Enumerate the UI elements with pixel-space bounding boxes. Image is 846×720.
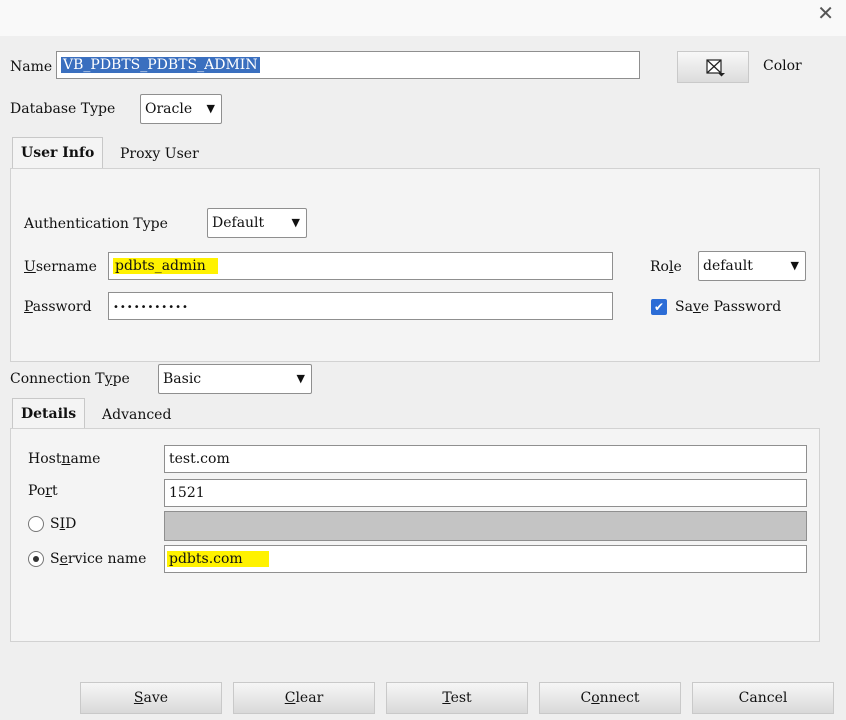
name-value: VB_PDBTS_PDBTS_ADMIN	[61, 57, 260, 73]
connect-accel: o	[591, 690, 600, 706]
test-accel: T	[442, 690, 451, 706]
port-label: Port	[28, 482, 58, 500]
role-label-pre: Ro	[650, 259, 669, 275]
role-label: Role	[650, 258, 682, 276]
service-name-label: Service name	[50, 550, 146, 568]
hostname-pre: Host	[28, 451, 62, 467]
save-password-post: e Password	[700, 299, 782, 315]
port-post: t	[51, 483, 58, 499]
username-input[interactable]: pdbts_admin	[108, 252, 613, 280]
save-password-label: Save Password	[675, 298, 781, 316]
port-input[interactable]: 1521	[164, 479, 807, 507]
username-value: pdbts_admin	[113, 258, 218, 274]
title-bar: ✕	[0, 0, 846, 36]
save-accel: S	[133, 690, 144, 706]
service-name-input[interactable]: pdbts.com	[164, 545, 807, 573]
sid-label: SID	[50, 515, 76, 533]
port-pre: Po	[28, 483, 46, 499]
color-label: Color	[763, 58, 802, 74]
connection-type-pre: Connection T	[10, 371, 105, 387]
test-rest: est	[450, 690, 472, 706]
username-label-rest: sername	[35, 259, 97, 275]
test-button[interactable]: Test	[386, 682, 528, 714]
password-label-rest: assword	[32, 299, 92, 315]
close-icon[interactable]: ✕	[817, 1, 834, 25]
chevron-down-icon: ▼	[206, 102, 215, 115]
connection-type-select[interactable]: Basic ▼	[158, 364, 312, 394]
clear-button[interactable]: Clear	[233, 682, 375, 714]
service-name-pre: S	[50, 551, 60, 567]
sid-input[interactable]	[164, 511, 807, 541]
role-select[interactable]: default ▼	[698, 251, 806, 281]
connection-type-value: Basic	[163, 371, 202, 387]
hostname-input[interactable]: test.com	[164, 445, 807, 473]
authentication-type-label: Authentication Type	[24, 216, 168, 232]
role-label-post: e	[673, 259, 682, 275]
database-type-select[interactable]: Oracle ▼	[140, 94, 222, 124]
cancel-label: Cancel	[738, 690, 788, 706]
save-password-accel: v	[692, 299, 701, 315]
service-name-radio[interactable]	[28, 551, 44, 567]
tab-advanced[interactable]: Advanced	[94, 400, 179, 430]
port-accel: r	[45, 483, 52, 499]
save-password-pre: Sa	[675, 299, 693, 315]
save-rest: ave	[143, 690, 169, 706]
tab-proxy-user[interactable]: Proxy User	[112, 139, 207, 169]
color-button[interactable]	[677, 51, 749, 83]
name-input[interactable]: VB_PDBTS_PDBTS_ADMIN	[56, 51, 640, 79]
chevron-down-icon: ▼	[790, 259, 799, 272]
name-label: Name	[10, 59, 53, 75]
hostname-value: test.com	[169, 451, 230, 467]
database-type-label: Database Type	[10, 101, 116, 117]
sid-radio[interactable]	[28, 516, 44, 532]
save-password-checkbox[interactable]: ✔	[651, 299, 667, 315]
hostname-post: ame	[70, 451, 101, 467]
password-input[interactable]: •••••••••••	[108, 292, 613, 320]
connection-type-post: pe	[112, 371, 130, 387]
tab-user-info-label: User Info	[21, 145, 95, 161]
service-name-value: pdbts.com	[167, 551, 269, 567]
password-value: •••••••••••	[113, 302, 189, 313]
tab-details-label: Details	[21, 406, 77, 422]
checkmark-icon: ✔	[653, 300, 665, 314]
connect-pre: C	[580, 690, 592, 706]
password-label: Password	[24, 298, 92, 316]
color-picker-icon	[706, 59, 725, 77]
sid-post: D	[65, 516, 77, 532]
chevron-down-icon: ▼	[296, 372, 305, 385]
sid-pre: S	[50, 516, 60, 532]
tab-proxy-user-label: Proxy User	[120, 146, 199, 162]
chevron-down-icon: ▼	[291, 216, 300, 229]
clear-rest: lear	[295, 690, 324, 706]
role-value: default	[703, 258, 753, 274]
username-label: Username	[24, 258, 97, 276]
connection-type-label: Connection Type	[10, 370, 130, 388]
tab-advanced-label: Advanced	[102, 407, 172, 423]
connect-post: nnect	[599, 690, 640, 706]
username-label-accel: U	[24, 259, 36, 275]
password-label-accel: P	[24, 299, 33, 315]
clear-accel: C	[284, 690, 296, 706]
tab-user-info[interactable]: User Info	[12, 137, 104, 169]
connection-type-accel: y	[104, 371, 113, 387]
cancel-button[interactable]: Cancel	[692, 682, 834, 714]
authentication-type-select[interactable]: Default ▼	[207, 208, 307, 238]
radio-selected-dot	[33, 556, 39, 562]
save-button[interactable]: Save	[80, 682, 222, 714]
tab-details[interactable]: Details	[12, 398, 86, 430]
authentication-type-value: Default	[212, 215, 265, 231]
database-type-value: Oracle	[145, 101, 193, 117]
connect-button[interactable]: Connect	[539, 682, 681, 714]
port-value: 1521	[169, 485, 205, 501]
hostname-label: Hostname	[28, 450, 100, 468]
service-name-post: rvice name	[67, 551, 147, 567]
service-name-accel: e	[59, 551, 68, 567]
